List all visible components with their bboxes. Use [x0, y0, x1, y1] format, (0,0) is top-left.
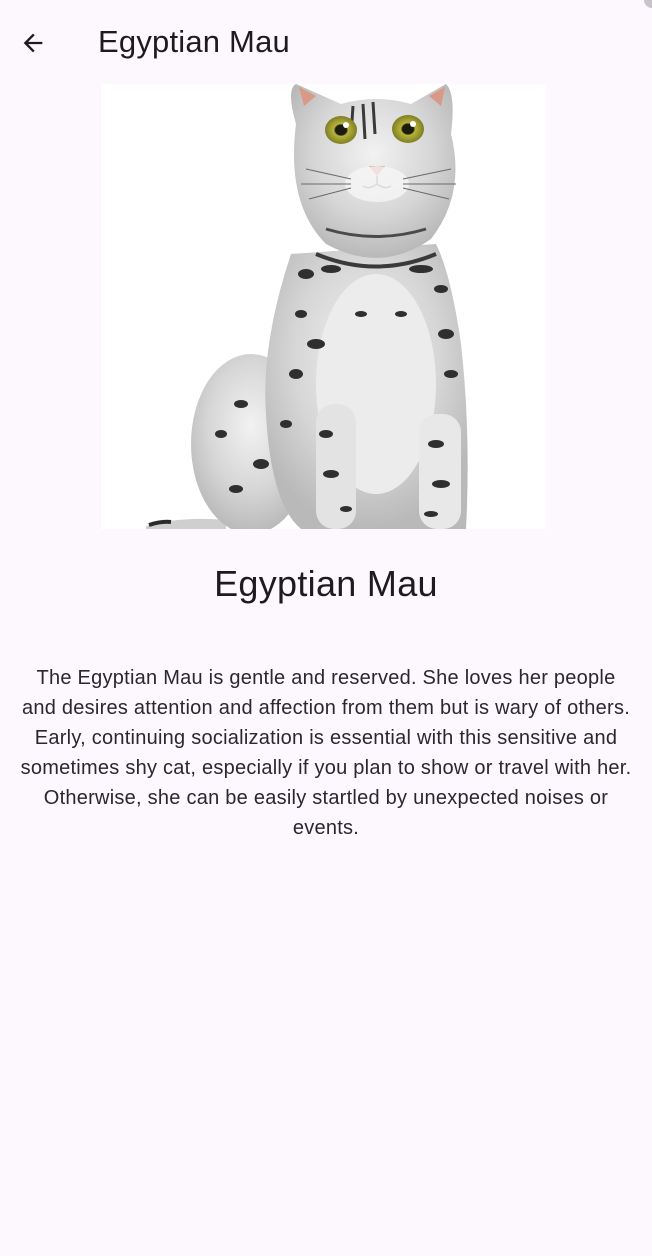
back-button[interactable]	[8, 18, 58, 68]
breed-description: The Egyptian Mau is gentle and reserved.…	[20, 667, 632, 839]
corner-indicator	[644, 0, 652, 8]
app-bar: Egyptian Mau	[0, 0, 652, 86]
cat-illustration	[101, 84, 546, 529]
arrow-back-icon	[23, 33, 43, 53]
app-bar-title: Egyptian Mau	[98, 24, 290, 59]
breed-name-heading: Egyptian Mau	[214, 563, 438, 604]
cat-photo	[101, 84, 546, 529]
